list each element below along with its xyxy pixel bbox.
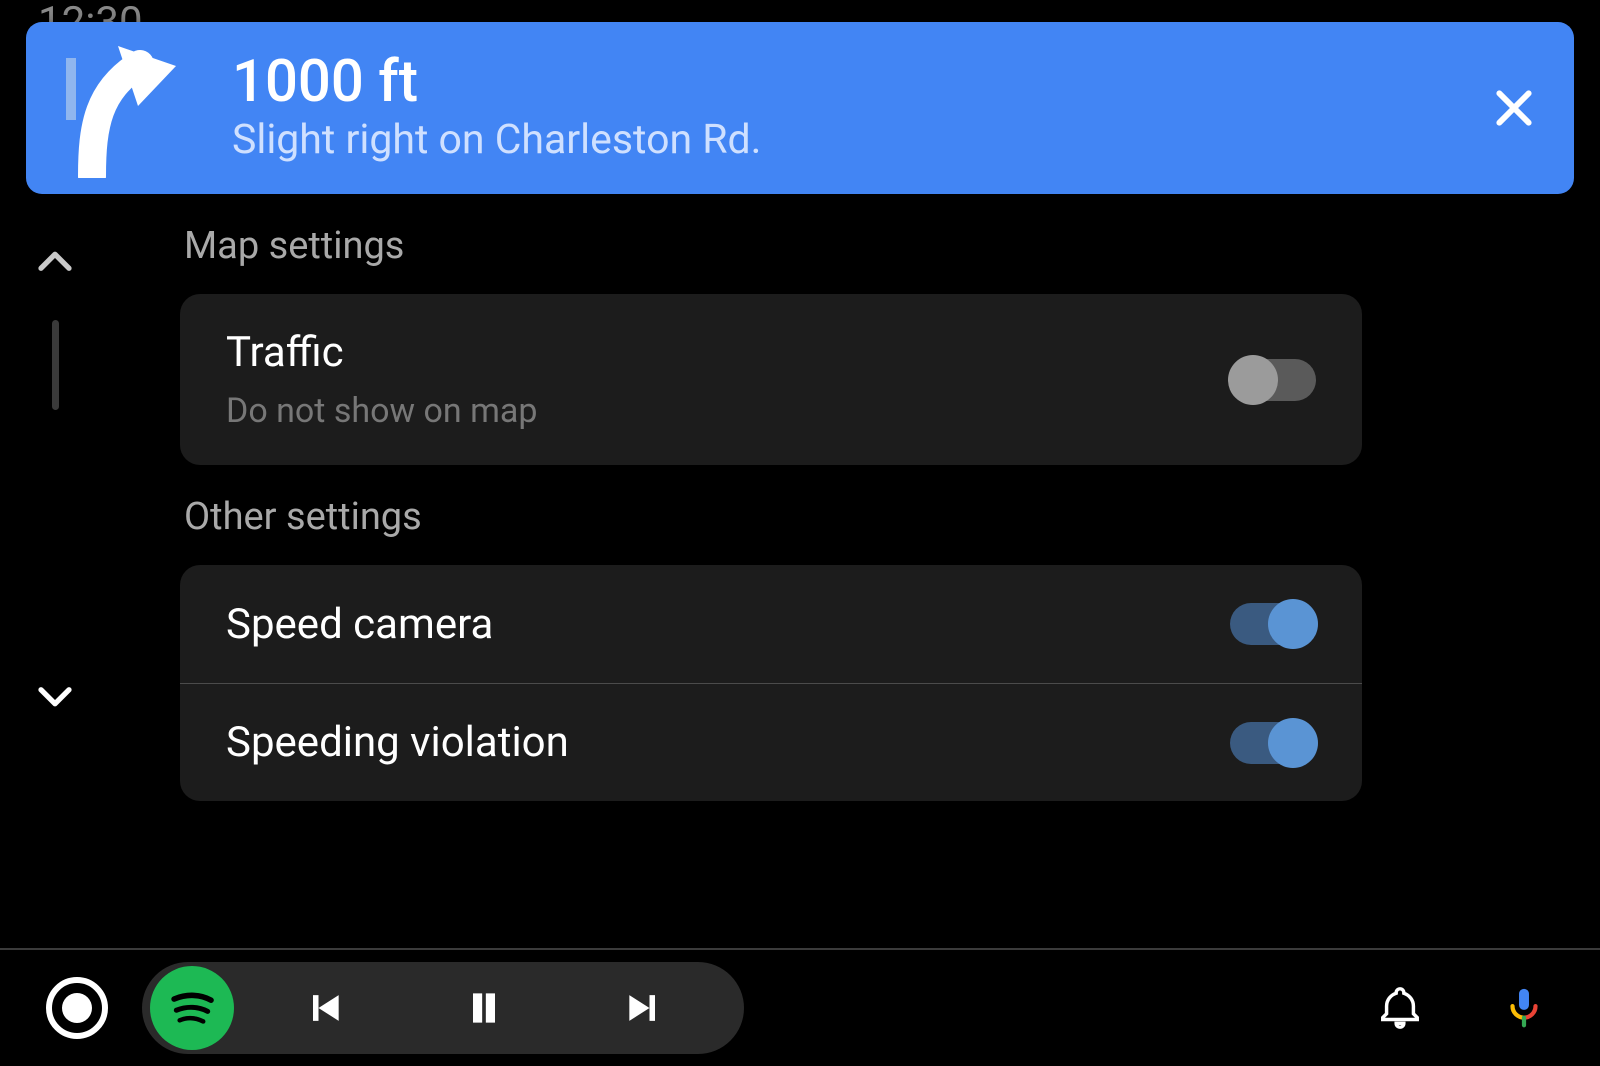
navigation-text: 1000 ft Slight right on Charleston Rd.: [194, 52, 1478, 165]
screen: 12:30 1000 ft Slight right on Charleston…: [0, 0, 1600, 1066]
mic-icon: [1501, 985, 1547, 1031]
system-bar: [0, 948, 1600, 1066]
setting-row-speed-camera[interactable]: Speed camera: [180, 565, 1362, 683]
navigation-instruction: Slight right on Charleston Rd.: [232, 116, 1478, 164]
toggle-speeding-violation[interactable]: [1230, 722, 1316, 764]
setting-subtitle: Do not show on map: [226, 391, 1230, 431]
setting-title: Speed camera: [226, 600, 1230, 649]
scroll-up-button[interactable]: [34, 242, 76, 284]
setting-labels: Speeding violation: [226, 718, 1230, 767]
toggle-traffic[interactable]: [1230, 359, 1316, 401]
bell-icon: [1377, 985, 1423, 1031]
setting-title: Speeding violation: [226, 718, 1230, 767]
setting-row-traffic[interactable]: Traffic Do not show on map: [180, 294, 1362, 465]
setting-labels: Traffic Do not show on map: [226, 328, 1230, 431]
media-controls: [142, 962, 744, 1054]
setting-row-speeding-violation[interactable]: Speeding violation: [180, 683, 1362, 801]
settings-content: Map settings Traffic Do not show on map …: [0, 194, 1600, 948]
home-button[interactable]: [46, 977, 108, 1039]
media-previous-button[interactable]: [254, 968, 394, 1048]
assistant-mic-button[interactable]: [1494, 978, 1554, 1038]
settings-card-other: Speed camera Speeding violation: [180, 565, 1362, 801]
scroll-track: [52, 320, 59, 410]
setting-labels: Speed camera: [226, 600, 1230, 649]
navigation-banner[interactable]: 1000 ft Slight right on Charleston Rd.: [26, 22, 1574, 194]
settings-card-map: Traffic Do not show on map: [180, 294, 1362, 465]
navigation-distance: 1000 ft: [232, 52, 1478, 113]
notifications-button[interactable]: [1370, 978, 1430, 1038]
media-play-pause-button[interactable]: [414, 968, 554, 1048]
turn-slight-right-icon: [54, 38, 194, 178]
scroll-gutter: [0, 194, 110, 948]
spotify-icon[interactable]: [150, 966, 234, 1050]
close-icon: [1492, 86, 1536, 130]
setting-title: Traffic: [226, 328, 1230, 377]
settings-list: Map settings Traffic Do not show on map …: [180, 194, 1362, 948]
media-next-button[interactable]: [574, 968, 714, 1048]
section-title-map-settings: Map settings: [184, 224, 1362, 268]
section-title-other-settings: Other settings: [184, 495, 1362, 539]
scroll-down-button[interactable]: [34, 674, 76, 716]
toggle-speed-camera[interactable]: [1230, 603, 1316, 645]
close-button[interactable]: [1478, 72, 1550, 144]
